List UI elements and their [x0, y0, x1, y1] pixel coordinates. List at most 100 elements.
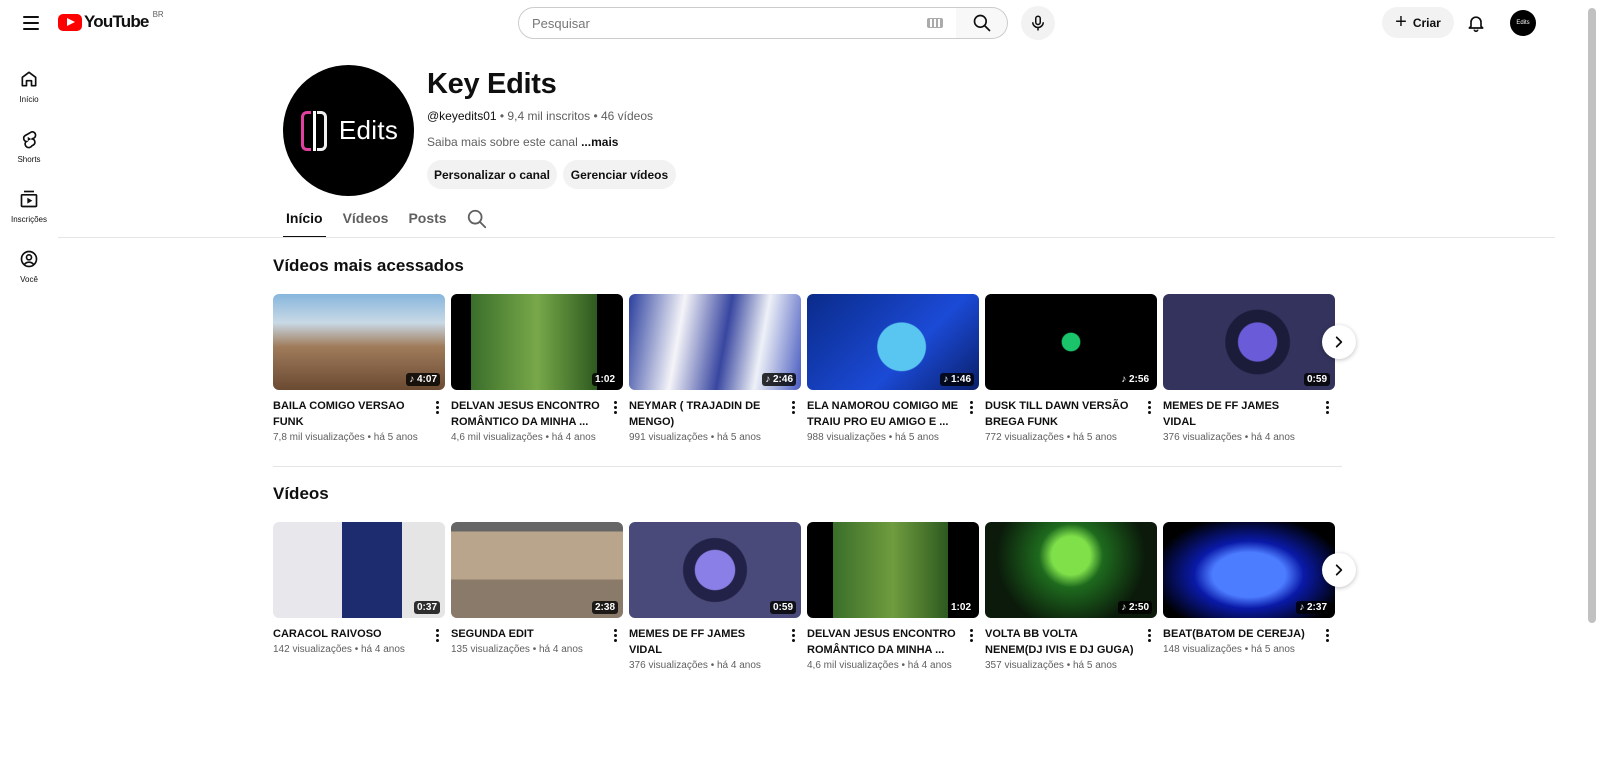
video-card[interactable]: ♪ 2:37 BEAT(BATOM DE CEREJA) 148 visuali…	[1163, 522, 1335, 655]
video-duration: ♪ 4:07	[406, 373, 440, 386]
keyboard-icon[interactable]	[927, 18, 943, 28]
chevron-right-icon	[1335, 564, 1343, 576]
channel-search-icon[interactable]	[466, 208, 488, 230]
scrollbar-thumb[interactable]	[1588, 8, 1596, 623]
video-title[interactable]: DELVAN JESUS ENCONTRO ROMÂNTICO DA MINHA…	[451, 398, 603, 430]
more-options-icon[interactable]	[1321, 398, 1333, 416]
video-title[interactable]: SEGUNDA EDIT	[451, 626, 603, 642]
next-arrow-button[interactable]	[1322, 553, 1356, 587]
more-options-icon[interactable]	[1143, 398, 1155, 416]
sidebar-item-subscriptions[interactable]: Inscrições	[0, 176, 58, 236]
more-options-icon[interactable]	[431, 398, 443, 416]
manage-videos-button[interactable]: Gerenciar vídeos	[563, 160, 676, 189]
sidebar-item-home[interactable]: Início	[0, 56, 58, 116]
youtube-logo[interactable]: YouTube BR	[58, 10, 164, 32]
more-options-icon[interactable]	[787, 626, 799, 644]
video-thumbnail[interactable]: ♪ 1:46	[807, 294, 979, 390]
sidebar-item-shorts[interactable]: Shorts	[0, 116, 58, 176]
more-link[interactable]: ...mais	[581, 135, 618, 149]
video-title[interactable]: ELA NAMOROU COMIGO ME TRAIU PRO EU AMIGO…	[807, 398, 959, 430]
voice-search-button[interactable]	[1021, 6, 1055, 40]
channel-name: Key Edits	[427, 68, 557, 100]
video-thumbnail[interactable]: 0:59	[629, 522, 801, 618]
video-title[interactable]: MEMES DE FF JAMES VIDAL	[629, 626, 781, 658]
video-title[interactable]: BAILA COMIGO VERSAO FUNK	[273, 398, 425, 430]
video-card[interactable]: ♪ 2:46 NEYMAR ( TRAJADIN DE MENGO) 991 v…	[629, 294, 801, 443]
video-title[interactable]: CARACOL RAIVOSO	[273, 626, 425, 642]
video-thumbnail[interactable]: ♪ 4:07	[273, 294, 445, 390]
video-meta: 376 visualizações • há 4 anos	[629, 660, 761, 671]
channel-stats: • 9,4 mil inscritos • 46 vídeos	[496, 109, 654, 123]
video-meta: 7,8 mil visualizações • há 5 anos	[273, 432, 418, 443]
tab-videos[interactable]: Vídeos	[340, 202, 392, 238]
video-title[interactable]: MEMES DE FF JAMES VIDAL	[1163, 398, 1315, 430]
video-duration: ♪ 2:46	[762, 373, 796, 386]
video-card[interactable]: ♪ 2:50 VOLTA BB VOLTA NENEM(DJ IVIS E DJ…	[985, 522, 1157, 671]
video-thumbnail[interactable]: 0:59	[1163, 294, 1335, 390]
video-title[interactable]: BEAT(BATOM DE CEREJA)	[1163, 626, 1315, 642]
channel-description[interactable]: Saiba mais sobre este canal ...mais	[427, 135, 618, 149]
more-options-icon[interactable]	[787, 398, 799, 416]
menu-icon[interactable]	[16, 8, 46, 38]
video-card[interactable]: 1:02 DELVAN JESUS ENCONTRO ROMÂNTICO DA …	[807, 522, 979, 671]
channel-handle: @keyedits01	[427, 109, 497, 123]
edits-logo-icon	[299, 110, 329, 151]
video-card[interactable]: ♪ 2:56 DUSK TILL DAWN VERSÃO BREGA FUNK …	[985, 294, 1157, 443]
video-thumbnail[interactable]: ♪ 2:56	[985, 294, 1157, 390]
more-options-icon[interactable]	[1143, 626, 1155, 644]
video-card[interactable]: ♪ 1:46 ELA NAMOROU COMIGO ME TRAIU PRO E…	[807, 294, 979, 443]
video-meta: 142 visualizações • há 4 anos	[273, 644, 405, 655]
account-avatar[interactable]: Edits	[1510, 10, 1536, 36]
customize-channel-button[interactable]: Personalizar o canal	[427, 160, 557, 189]
video-card[interactable]: 2:38 SEGUNDA EDIT 135 visualizações • há…	[451, 522, 623, 655]
scrollbar[interactable]	[1584, 0, 1600, 774]
video-duration: ♪ 2:37	[1296, 601, 1330, 614]
more-options-icon[interactable]	[965, 626, 977, 644]
video-card[interactable]: 0:59 MEMES DE FF JAMES VIDAL 376 visuali…	[1163, 294, 1335, 443]
video-thumbnail[interactable]: 1:02	[807, 522, 979, 618]
video-card[interactable]: ♪ 4:07 BAILA COMIGO VERSAO FUNK 7,8 mil …	[273, 294, 445, 443]
more-options-icon[interactable]	[1321, 626, 1333, 644]
video-title[interactable]: VOLTA BB VOLTA NENEM(DJ IVIS E DJ GUGA)	[985, 626, 1137, 658]
video-card[interactable]: 0:37 CARACOL RAIVOSO 142 visualizações •…	[273, 522, 445, 655]
video-title[interactable]: DELVAN JESUS ENCONTRO ROMÂNTICO DA MINHA…	[807, 626, 959, 658]
tab-posts[interactable]: Posts	[405, 202, 449, 238]
youtube-play-icon	[58, 13, 82, 31]
video-card[interactable]: 1:02 DELVAN JESUS ENCONTRO ROMÂNTICO DA …	[451, 294, 623, 443]
video-thumbnail[interactable]: ♪ 2:37	[1163, 522, 1335, 618]
video-title[interactable]: NEYMAR ( TRAJADIN DE MENGO)	[629, 398, 781, 430]
video-meta: 988 visualizações • há 5 anos	[807, 432, 939, 443]
subscriptions-icon	[20, 190, 38, 207]
more-options-icon[interactable]	[965, 398, 977, 416]
video-thumbnail[interactable]: 0:37	[273, 522, 445, 618]
tab-home[interactable]: Início	[283, 202, 326, 238]
video-meta: 376 visualizações • há 4 anos	[1163, 432, 1295, 443]
sidebar-item-you[interactable]: Você	[0, 236, 58, 296]
music-note-icon: ♪	[765, 374, 773, 385]
channel-avatar-text: Edits	[338, 115, 399, 145]
video-thumbnail[interactable]: 1:02	[451, 294, 623, 390]
video-card[interactable]: 0:59 MEMES DE FF JAMES VIDAL 376 visuali…	[629, 522, 801, 671]
video-thumbnail[interactable]: ♪ 2:46	[629, 294, 801, 390]
video-title[interactable]: DUSK TILL DAWN VERSÃO BREGA FUNK	[985, 398, 1137, 430]
video-thumbnail[interactable]: ♪ 2:50	[985, 522, 1157, 618]
channel-meta: @keyedits01 • 9,4 mil inscritos • 46 víd…	[427, 109, 653, 123]
video-meta: 135 visualizações • há 4 anos	[451, 644, 583, 655]
more-options-icon[interactable]	[609, 398, 621, 416]
search-input[interactable]: Pesquisar	[518, 7, 958, 39]
video-meta: 991 visualizações • há 5 anos	[629, 432, 761, 443]
sidebar-item-label: Shorts	[17, 154, 41, 164]
notifications-button[interactable]	[1462, 9, 1490, 37]
search-button[interactable]	[956, 7, 1008, 39]
create-button[interactable]: + Criar	[1382, 7, 1454, 38]
video-meta: 772 visualizações • há 5 anos	[985, 432, 1117, 443]
shorts-icon	[22, 130, 37, 148]
you-icon	[20, 250, 38, 267]
next-arrow-button[interactable]	[1322, 325, 1356, 359]
more-options-icon[interactable]	[431, 626, 443, 644]
video-thumbnail[interactable]: 2:38	[451, 522, 623, 618]
more-options-icon[interactable]	[609, 626, 621, 644]
channel-avatar[interactable]: Edits	[283, 65, 414, 196]
video-duration: 0:59	[1303, 373, 1330, 386]
section-title-popular: Vídeos mais acessados	[273, 256, 464, 275]
